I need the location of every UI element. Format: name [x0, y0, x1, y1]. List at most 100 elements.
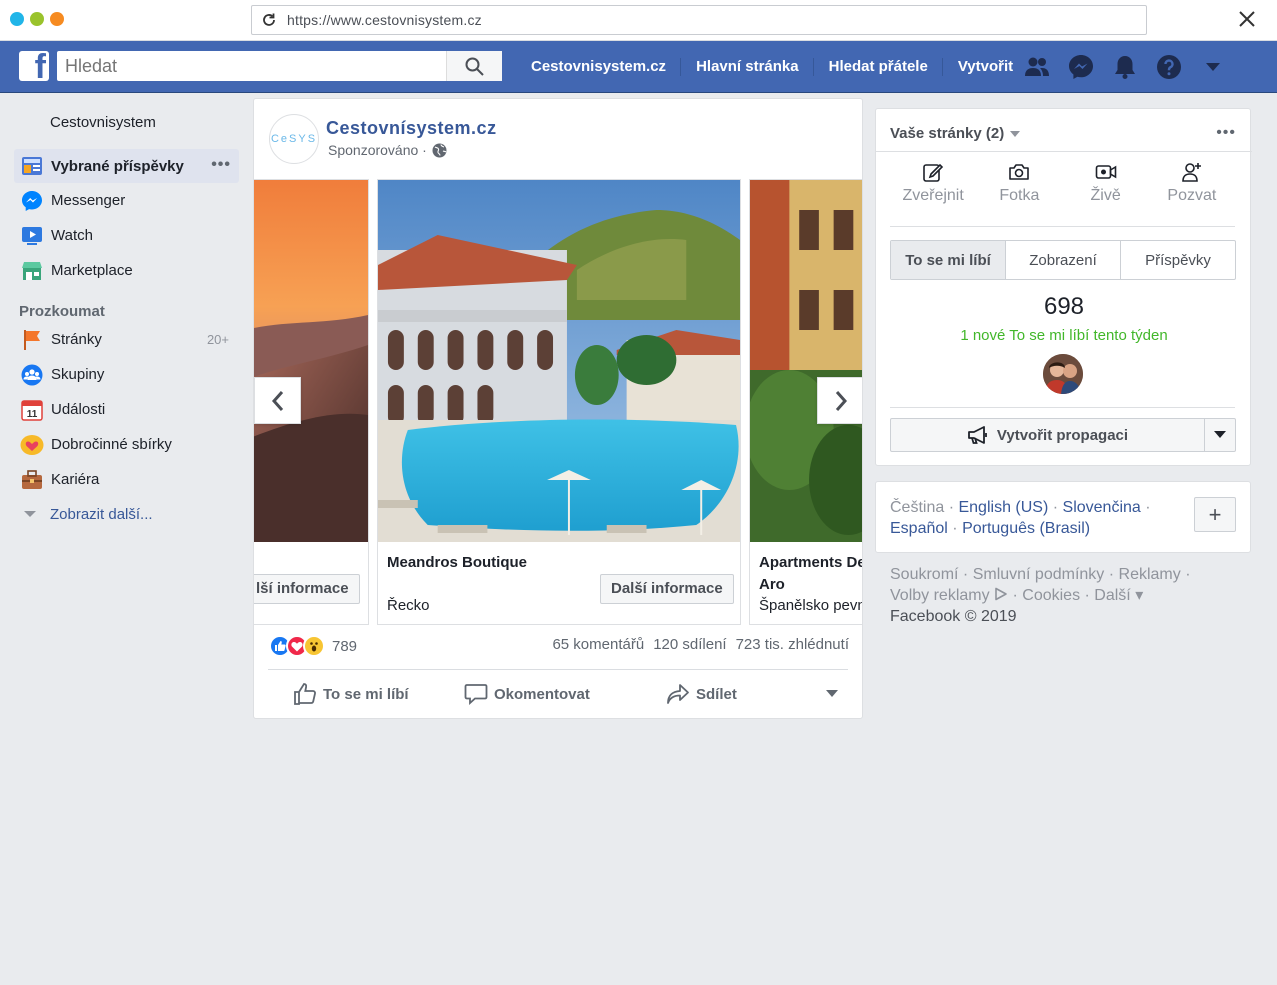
- views-count: 723 tis. zhlédnutí: [735, 636, 849, 653]
- post-actions: To se mi líbí Okomentovat Sdílet: [268, 670, 848, 718]
- language-link-portuguese[interactable]: Português (Brasil): [962, 520, 1090, 537]
- chevron-down-icon: [1010, 130, 1021, 137]
- footer-line-1[interactable]: Soukromí · Smluvní podmínky · Reklamy ·: [890, 564, 1220, 585]
- language-link-slovak[interactable]: Slovenčina: [1063, 499, 1141, 516]
- desert-sunset-image: [254, 180, 368, 542]
- search-input[interactable]: [57, 51, 447, 81]
- friends-icon[interactable]: [1015, 41, 1059, 93]
- carousel-next-button[interactable]: [817, 377, 862, 424]
- learn-more-button[interactable]: lší informace: [254, 574, 360, 604]
- chevron-down-icon: [24, 511, 36, 517]
- facebook-logo[interactable]: f: [19, 51, 49, 81]
- sidebar-item-messenger[interactable]: Messenger: [14, 183, 239, 218]
- divider: [876, 151, 1252, 152]
- sidebar-item-events[interactable]: 11 Události: [14, 392, 239, 427]
- sidebar-explore-heading: Prozkoumat: [19, 303, 105, 320]
- window-close-dot[interactable]: [10, 12, 24, 26]
- notifications-icon[interactable]: [1103, 41, 1147, 93]
- invite-button[interactable]: Pozvat: [1149, 161, 1235, 205]
- nav-profile-link[interactable]: Cestovnisystem.cz: [516, 55, 682, 79]
- language-link-spanish[interactable]: Español: [890, 520, 948, 537]
- language-selector-panel: Čeština · English (US) · Slovenčina · Es…: [875, 481, 1251, 553]
- language-link-english[interactable]: English (US): [958, 499, 1048, 516]
- sidebar-more-dots[interactable]: •••: [211, 156, 231, 174]
- sidebar-item-watch[interactable]: Watch: [14, 218, 239, 253]
- sidebar-item-jobs[interactable]: Kariéra: [14, 462, 239, 497]
- sidebar-user-name[interactable]: Cestovnisystem: [14, 105, 239, 149]
- share-options-dropdown[interactable]: [826, 670, 844, 718]
- help-icon[interactable]: [1147, 41, 1191, 93]
- shares-count-link[interactable]: 120 sdílení: [653, 636, 726, 653]
- window-maximize-dot[interactable]: [50, 12, 64, 26]
- comments-count-link[interactable]: 65 komentářů: [552, 636, 644, 653]
- share-icon: [667, 684, 689, 704]
- url-text: https://www.cestovnisystem.cz: [287, 12, 482, 28]
- publish-button[interactable]: Zveřejnit: [890, 161, 976, 205]
- sidebar-item-label: Kariéra: [51, 471, 100, 488]
- search-button[interactable]: [446, 51, 502, 81]
- avatar[interactable]: [1043, 354, 1083, 394]
- footer-line-2: Volby reklamy · Cookies · Další ▾: [890, 585, 1220, 606]
- sidebar-item-fundraisers[interactable]: Dobročinné sbírky: [14, 427, 239, 462]
- create-promotion-label: Vytvořit propagaci: [996, 426, 1129, 444]
- messenger-icon[interactable]: [1059, 41, 1103, 93]
- card-subtitle: Španělsko pevn: [759, 597, 863, 614]
- close-tab-icon[interactable]: [1237, 9, 1257, 29]
- comment-button[interactable]: Okomentovat: [464, 670, 590, 718]
- photo-button[interactable]: Fotka: [976, 161, 1062, 205]
- comment-label: Okomentovat: [494, 685, 590, 703]
- sidebar-show-more-link[interactable]: Zobrazit další...: [14, 497, 239, 531]
- sidebar-item-label: Skupiny: [51, 366, 105, 383]
- post-meta: Sponzorováno ·: [328, 142, 447, 158]
- comment-icon: [464, 684, 488, 705]
- nav-home-link[interactable]: Hlavní stránka: [681, 55, 814, 79]
- calendar-icon: 11: [20, 398, 44, 422]
- window-minimize-dot[interactable]: [30, 12, 44, 26]
- sidebar-item-label: Stránky: [51, 331, 102, 348]
- news-feed-icon: [20, 154, 44, 178]
- reactions-summary[interactable]: 789: [269, 635, 357, 657]
- nav-find-friends-link[interactable]: Hledat přátele: [814, 55, 944, 79]
- hotel-pool-image: [378, 180, 740, 542]
- reload-icon[interactable]: [261, 12, 277, 28]
- carousel-prev-button[interactable]: [254, 377, 301, 424]
- footer-links: Soukromí · Smluvní podmínky · Reklamy · …: [890, 564, 1220, 627]
- sidebar-item-news-feed[interactable]: Vybrané příspěvky •••: [14, 149, 239, 183]
- current-language: Čeština: [890, 499, 945, 516]
- panel-more-dots[interactable]: •••: [1216, 124, 1236, 142]
- sidebar-item-label: Marketplace: [51, 262, 133, 279]
- page-logo[interactable]: CeSYS: [269, 114, 319, 164]
- live-button[interactable]: Živě: [1063, 161, 1149, 205]
- promotion-dropdown-button[interactable]: [1204, 419, 1235, 451]
- like-button[interactable]: To se mi líbí: [293, 670, 409, 718]
- separator: ·: [1145, 499, 1151, 516]
- search-box: [57, 51, 502, 81]
- sidebar-item-marketplace[interactable]: Marketplace: [14, 253, 239, 288]
- sidebar-item-label: Vybrané příspěvky: [51, 157, 184, 175]
- tab-views[interactable]: Zobrazení: [1006, 241, 1121, 279]
- share-button[interactable]: Sdílet: [666, 670, 737, 718]
- sidebar-item-groups[interactable]: Skupiny: [14, 357, 239, 392]
- likes-count: 698: [1043, 293, 1085, 320]
- new-likes-text[interactable]: 1 nové To se mi líbí tento týden: [876, 327, 1252, 344]
- create-promotion-button[interactable]: Vytvořit propagaci: [891, 419, 1204, 451]
- reaction-count: 789: [332, 637, 358, 655]
- ad-choices-link[interactable]: Volby reklamy: [890, 587, 990, 604]
- page-name-link[interactable]: Cestovnísystem.cz: [326, 118, 497, 139]
- carousel-card-meandros[interactable]: Meandros Boutique Řecko Další informace: [377, 179, 741, 625]
- apartments-building-image: [750, 180, 862, 542]
- address-bar[interactable]: https://www.cestovnisystem.cz: [251, 5, 1147, 35]
- tab-posts[interactable]: Příspěvky: [1121, 241, 1235, 279]
- sidebar-item-pages[interactable]: Stránky 20+: [14, 322, 239, 357]
- separator: ·: [948, 499, 955, 516]
- learn-more-button[interactable]: Další informace: [600, 574, 734, 604]
- edit-icon: [923, 163, 944, 182]
- your-pages-panel: Vaše stránky (2) ••• Zveřejnit Fotka Živ…: [875, 108, 1252, 466]
- footer-more-links[interactable]: · Cookies · Další ▾: [1008, 587, 1143, 604]
- tab-likes[interactable]: To se mi líbí: [891, 241, 1006, 279]
- sidebar-item-label: Watch: [51, 227, 93, 244]
- account-menu-icon[interactable]: [1191, 41, 1235, 93]
- your-pages-title[interactable]: Vaše stránky (2): [890, 125, 1021, 142]
- ad-choices-icon: [995, 587, 1007, 601]
- add-language-button[interactable]: +: [1194, 497, 1236, 532]
